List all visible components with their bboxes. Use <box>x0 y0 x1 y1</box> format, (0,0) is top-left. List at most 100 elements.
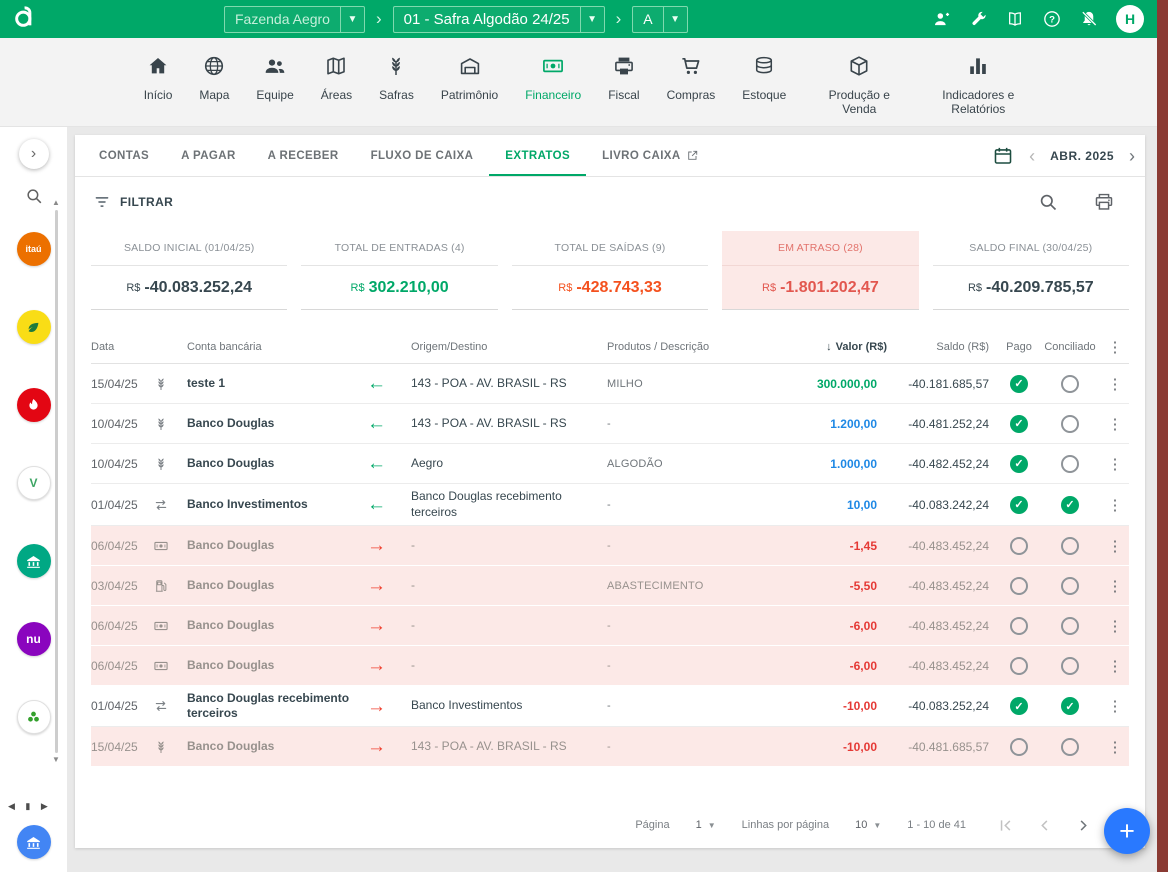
table-row[interactable]: 06/04/25Banco Douglas→---6,00-40.483.452… <box>91 606 1129 646</box>
tab-a-receber[interactable]: A RECEBER <box>252 135 355 176</box>
bank-nubank[interactable]: nu <box>17 622 51 656</box>
nav-item-compras[interactable]: Compras <box>667 54 716 126</box>
nav-item-fiscal[interactable]: Fiscal <box>608 54 639 126</box>
search-button[interactable] <box>1037 191 1059 213</box>
row-menu-button[interactable]: ⋮ <box>1101 370 1129 398</box>
row-menu-button[interactable]: ⋮ <box>1101 652 1129 680</box>
sidebar-search-icon[interactable] <box>24 186 44 206</box>
invite-user-button[interactable] <box>932 9 952 29</box>
filter-button[interactable]: FILTRAR <box>93 193 173 211</box>
page-scrollbar[interactable] <box>1157 0 1168 872</box>
tab-fluxo-de-caixa[interactable]: FLUXO DE CAIXA <box>355 135 490 176</box>
nav-item-areas[interactable]: Áreas <box>321 54 352 126</box>
nav-item-equipe[interactable]: Equipe <box>256 54 293 126</box>
tab-contas[interactable]: CONTAS <box>83 135 165 176</box>
reconciled-indicator[interactable]: ✓ <box>1061 496 1079 514</box>
bank-green-v[interactable]: V <box>17 466 51 500</box>
bank-teal[interactable] <box>17 544 51 578</box>
col-conta-bancaria[interactable]: Conta bancária <box>187 341 367 353</box>
tab-extratos[interactable]: EXTRATOS <box>489 135 586 176</box>
paid-indicator[interactable] <box>1010 537 1028 555</box>
paid-indicator[interactable] <box>1010 657 1028 675</box>
col-valor[interactable]: ↓Valor (R$) <box>775 341 887 353</box>
summary-card-saldo-inicial-01-04-25[interactable]: SALDO INICIAL (01/04/25)R$-40.083.252,24 <box>91 231 287 310</box>
tab-livro-caixa[interactable]: LIVRO CAIXA <box>586 135 715 176</box>
nav-item-financeiro[interactable]: Financeiro <box>525 54 581 126</box>
paid-indicator[interactable]: ✓ <box>1010 697 1028 715</box>
reconciled-indicator[interactable] <box>1061 415 1079 433</box>
farm-selector[interactable]: Fazenda Aegro ▼ <box>224 6 365 33</box>
row-menu-button[interactable]: ⋮ <box>1101 410 1129 438</box>
notifications-off-button[interactable] <box>1079 9 1099 29</box>
row-menu-button[interactable]: ⋮ <box>1101 612 1129 640</box>
table-row[interactable]: 10/04/25Banco Douglas←143 - POA - AV. BR… <box>91 404 1129 444</box>
nav-item-mapa[interactable]: Mapa <box>199 54 229 126</box>
help-button[interactable]: ? <box>1042 9 1062 29</box>
prev-page-button[interactable] <box>1035 816 1054 835</box>
paid-indicator[interactable]: ✓ <box>1010 455 1028 473</box>
table-row[interactable]: 01/04/25Banco Investimentos←Banco Dougla… <box>91 484 1129 526</box>
reconciled-indicator[interactable] <box>1061 455 1079 473</box>
table-row[interactable]: 15/04/25teste 1←143 - POA - AV. BRASIL -… <box>91 364 1129 404</box>
prev-month-button[interactable]: ‹ <box>1029 147 1035 165</box>
sidebar-scrollbar[interactable]: ▲ ▼ <box>50 199 62 764</box>
table-menu-button[interactable]: ⋮ <box>1101 338 1129 356</box>
nav-item-safras[interactable]: Safras <box>379 54 414 126</box>
paid-indicator[interactable] <box>1010 738 1028 756</box>
summary-card-total-de-saidas-9[interactable]: TOTAL DE SAÍDAS (9)R$-428.743,33 <box>512 231 708 310</box>
calendar-button[interactable] <box>992 145 1014 167</box>
row-menu-button[interactable]: ⋮ <box>1101 572 1129 600</box>
scroll-up-icon[interactable]: ▲ <box>52 199 60 207</box>
row-menu-button[interactable]: ⋮ <box>1101 491 1129 519</box>
paid-indicator[interactable] <box>1010 577 1028 595</box>
user-avatar[interactable]: H <box>1116 5 1144 33</box>
paid-indicator[interactable]: ✓ <box>1010 375 1028 393</box>
chevron-down-icon[interactable]: ▼ <box>580 7 604 32</box>
bank-sicredi[interactable] <box>17 700 51 734</box>
reconciled-indicator[interactable] <box>1061 577 1079 595</box>
table-row[interactable]: 01/04/25Banco Douglas recebimento tercei… <box>91 686 1129 727</box>
scrollbar-track[interactable] <box>55 210 58 753</box>
page-select[interactable]: 1 ▼ <box>696 819 716 831</box>
bank-yellow[interactable] <box>17 310 51 344</box>
reconciled-indicator[interactable] <box>1061 375 1079 393</box>
row-menu-button[interactable]: ⋮ <box>1101 450 1129 478</box>
paid-indicator[interactable] <box>1010 617 1028 635</box>
row-menu-button[interactable]: ⋮ <box>1101 692 1129 720</box>
chevron-down-icon[interactable]: ▼ <box>340 7 364 32</box>
add-transaction-fab[interactable]: + <box>1104 808 1150 854</box>
next-page-button[interactable] <box>1074 816 1093 835</box>
paid-indicator[interactable]: ✓ <box>1010 496 1028 514</box>
reconciled-indicator[interactable] <box>1061 657 1079 675</box>
sidebar-horizontal-scroll[interactable]: ◀ ▮ ▶ <box>8 801 52 812</box>
reconciled-indicator[interactable]: ✓ <box>1061 697 1079 715</box>
reconciled-indicator[interactable] <box>1061 537 1079 555</box>
nav-item-inicio[interactable]: Início <box>144 54 173 126</box>
col-conciliado[interactable]: Conciliado <box>1039 341 1101 353</box>
col-pago[interactable]: Pago <box>999 341 1039 353</box>
col-origem-destino[interactable]: Origem/Destino <box>411 341 607 353</box>
print-button[interactable] <box>1093 191 1115 213</box>
paid-indicator[interactable]: ✓ <box>1010 415 1028 433</box>
reconciled-indicator[interactable] <box>1061 738 1079 756</box>
summary-card-em-atraso-28[interactable]: EM ATRASO (28)R$-1.801.202,47 <box>722 231 918 310</box>
summary-card-total-de-entradas-4[interactable]: TOTAL DE ENTRADAS (4)R$302.210,00 <box>301 231 497 310</box>
col-saldo[interactable]: Saldo (R$) <box>887 341 999 353</box>
table-row[interactable]: 10/04/25Banco Douglas←AegroALGODÃO1.000,… <box>91 444 1129 484</box>
row-menu-button[interactable]: ⋮ <box>1101 532 1129 560</box>
bank-blue[interactable] <box>17 825 51 859</box>
scroll-down-icon[interactable]: ▼ <box>52 756 60 764</box>
table-row[interactable]: 06/04/25Banco Douglas→---6,00-40.483.452… <box>91 646 1129 686</box>
next-month-button[interactable]: › <box>1129 147 1135 165</box>
summary-card-saldo-final-30-04-25[interactable]: SALDO FINAL (30/04/25)R$-40.209.785,57 <box>933 231 1129 310</box>
col-data[interactable]: Data <box>91 341 153 353</box>
rows-per-page-select[interactable]: 10 ▼ <box>855 819 881 831</box>
row-menu-button[interactable]: ⋮ <box>1101 733 1129 761</box>
chevron-down-icon[interactable]: ▼ <box>663 7 687 32</box>
bank-santander[interactable] <box>17 388 51 422</box>
bank-itau[interactable]: itaú <box>17 232 51 266</box>
nav-item-indicadores-e-relatorios[interactable]: Indicadores e Relatórios <box>932 54 1024 126</box>
first-page-button[interactable] <box>996 816 1015 835</box>
sidebar-expand-button[interactable]: › <box>19 139 49 169</box>
unit-selector[interactable]: A ▼ <box>632 6 687 33</box>
